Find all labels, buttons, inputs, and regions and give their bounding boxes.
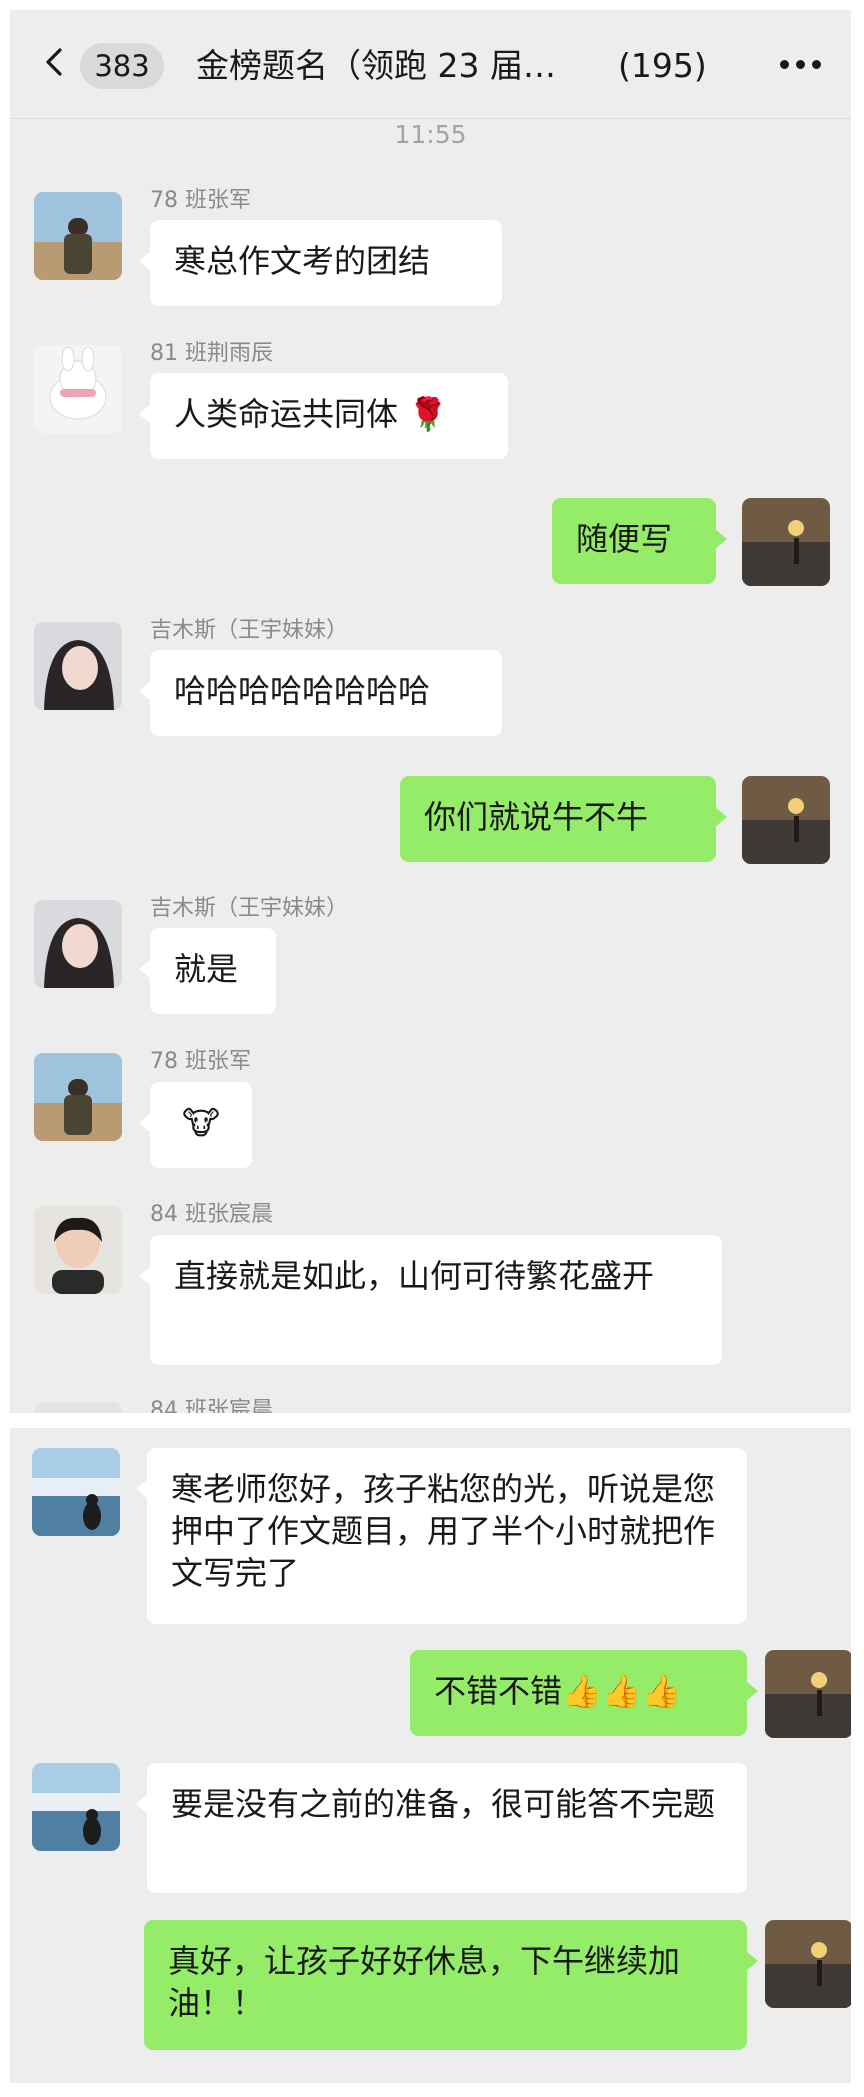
message-bubble[interactable]: 要是没有之前的准备，很可能答不完题 (136, 1763, 747, 1893)
sender-name: 78 班张军 (150, 1049, 251, 1074)
message-bubble[interactable]: 就是 (139, 928, 276, 1014)
avatar-parent[interactable] (32, 1763, 120, 1851)
sender-name: 84 班张宸晨 (150, 1202, 273, 1227)
message-text: 随便写 (576, 520, 673, 558)
message-bubble[interactable]: 直接就是如此，山何可待繁花盛开 (139, 1235, 722, 1365)
thumbs-up-emoji: 👍👍👍 (562, 1672, 682, 1710)
message-text: 人类命运共同体 (174, 395, 399, 433)
sender-name: 吉木斯（王宇妹妹） (150, 896, 349, 921)
cow-emoji: 🐮 (182, 1104, 220, 1142)
chat-screenshot-top: 383 金榜题名（领跑 23 届… (195) 11:55 78 班张军 寒总作… (10, 10, 851, 1413)
message-text: 寒老师您好，孩子粘您的光，听说是您押中了作文题目，用了半个小时就把作文写完了 (171, 1470, 716, 1592)
message-bubble[interactable]: 人类命运共同体 🌹 (139, 373, 508, 459)
chat-title: 金榜题名（领跑 23 届… (196, 46, 556, 85)
message-bubble[interactable]: 🐮 (139, 1082, 252, 1168)
message-text: 就是 (174, 950, 239, 988)
sender-name: 81 班荆雨辰 (150, 341, 273, 366)
message-bubble[interactable]: 随便写 (552, 498, 727, 584)
message-bubble[interactable]: 寒老师您好，孩子粘您的光，听说是您押中了作文题目，用了半个小时就把作文写完了 (136, 1448, 747, 1624)
avatar-self[interactable] (742, 776, 830, 864)
rose-emoji: 🌹 (408, 395, 449, 433)
message-text: 直接就是如此，山何可待繁花盛开 (174, 1257, 655, 1295)
avatar-self[interactable] (742, 498, 830, 586)
message-text: 寒总作文考的团结 (174, 242, 431, 280)
message-text: 真好，让孩子好好休息，下午继续加油！！ (168, 1942, 681, 2022)
member-count: (195) (618, 46, 707, 85)
message-bubble[interactable]: 不错不错👍👍👍 (410, 1650, 758, 1736)
message-text: 要是没有之前的准备，很可能答不完题 (171, 1785, 716, 1823)
unread-count-badge[interactable]: 383 (80, 43, 164, 89)
message-text: 哈哈哈哈哈哈哈哈 (174, 672, 431, 710)
back-arrow-icon[interactable] (42, 48, 70, 76)
message-bubble[interactable]: 哈哈哈哈哈哈哈哈 (139, 650, 502, 736)
avatar-zhangjun[interactable] (34, 192, 122, 280)
message-text: 不错不错 (434, 1672, 563, 1710)
avatar-parent[interactable] (32, 1448, 120, 1536)
message-text: 你们就说牛不牛 (424, 798, 649, 836)
message-bubble[interactable]: 你们就说牛不牛 (400, 776, 727, 862)
avatar-self[interactable] (765, 1650, 851, 1738)
message-bubble[interactable]: 真好，让孩子好好休息，下午继续加油！！ (144, 1920, 758, 2050)
chat-screenshot-bottom: 寒老师您好，孩子粘您的光，听说是您押中了作文题目，用了半个小时就把作文写完了 不… (10, 1428, 851, 2083)
sender-name: 吉木斯（王宇妹妹） (150, 618, 349, 643)
avatar-self[interactable] (765, 1920, 851, 2008)
avatar-zhangchenchen[interactable] (34, 1206, 122, 1294)
avatar-jingyuchen[interactable] (34, 345, 122, 433)
avatar-jimusi[interactable] (34, 900, 122, 988)
chat-header: 383 金榜题名（领跑 23 届… (195) (10, 10, 851, 119)
sender-name: 84 班张宸晨 (150, 1398, 273, 1413)
avatar-zhangjun[interactable] (34, 1053, 122, 1141)
message-bubble[interactable]: 寒总作文考的团结 (139, 220, 502, 306)
avatar-jimusi[interactable] (34, 622, 122, 710)
more-options-icon[interactable] (780, 60, 822, 72)
avatar-zhangchenchen[interactable] (34, 1402, 122, 1413)
sender-name: 78 班张军 (150, 188, 251, 213)
message-timestamp: 11:55 (394, 120, 467, 149)
